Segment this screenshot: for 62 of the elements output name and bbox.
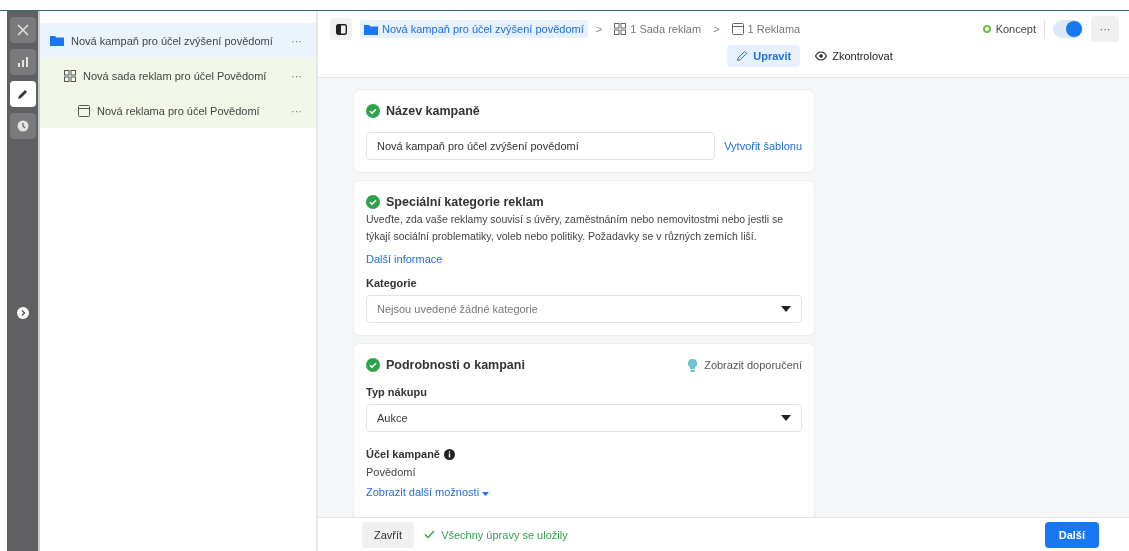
review-tab[interactable]: Zkontrolovat [806,45,902,67]
show-more-options-link[interactable]: Zobrazit další možnosti [366,486,802,498]
field-label: Kategorie [366,277,418,289]
window-icon [731,23,744,35]
info-icon[interactable] [444,448,455,460]
close-button[interactable]: Zavřít [362,521,415,548]
breadcrumb[interactable]: 1 Reklama [727,20,805,38]
edit-rail-button[interactable] [9,81,36,107]
chart-rail-button[interactable] [9,49,36,75]
field-label: Typ nákupu [366,386,428,398]
check-icon [424,530,436,539]
more-info-link[interactable]: Další informace [366,253,802,265]
grid-icon [614,23,627,35]
pencil-icon [16,88,29,100]
grid-icon [64,69,76,82]
field-label: Účel kampaně [366,448,440,460]
clock-icon [16,120,29,132]
card-title: Název kampaně [386,104,480,118]
tree-item-label: Nová sada reklam pro účel Povědomí [83,69,268,82]
close-icon [16,24,29,36]
tree-item[interactable]: Nová kampaň pro účel zvýšení povědomí ··· [40,23,316,58]
lightbulb-icon [688,358,698,372]
tree-item-label: Nová kampaň pro účel zvýšení povědomí [71,34,274,47]
caret-icon [781,306,791,312]
breadcrumb-separator: > [595,23,603,35]
next-button[interactable]: Další [1044,521,1099,548]
folder-icon [364,23,378,35]
tree-item[interactable]: Nová sada reklam pro účel Povědomí ··· [40,58,316,93]
pencil-icon [736,50,749,62]
bar-chart-icon [16,56,29,68]
toggle-switch[interactable] [1053,20,1083,38]
more-options[interactable]: ··· [291,104,302,117]
status-label: Koncept [995,23,1036,35]
breadcrumb-separator: > [713,23,720,35]
panel-toggle-button[interactable] [330,18,352,40]
breadcrumb[interactable]: Nová kampaň pro účel zvýšení povědomí [360,20,588,38]
create-template-link[interactable]: Vytvořit šablonu [724,140,802,152]
eye-icon [815,51,828,61]
card-title: Speciální kategorie reklam [386,195,544,209]
tree-item-label: Nová reklama pro účel Povědomí [97,104,261,117]
folder-icon [50,35,64,46]
recommendations-link[interactable]: Zobrazit doporučení [688,358,802,372]
edit-tab[interactable]: Upravit [727,45,801,67]
buying-type-dropdown[interactable]: Aukce [366,404,802,432]
campaign-name-field[interactable]: Nová kampaň pro účel zvýšení povědomí [366,132,716,160]
caret-icon [482,492,490,496]
card-title: Podrobnosti o kampani [386,358,525,372]
more-options[interactable]: ··· [291,34,302,47]
window-icon [78,104,90,117]
more-options[interactable]: ··· [291,69,302,82]
history-rail-button[interactable] [9,113,36,139]
description-text: Uveďte, zda vaše reklamy souvisí s úvěry, zaměstnáním nebo nemovitostmi nebo jestli se týkají sociální problematiky, voleb nebo politiky. Požadavky se v různých zemích liší. [366,212,785,244]
campaign-objective-value: Povědomí [366,466,417,478]
more-button[interactable]: ··· [1091,16,1119,42]
panel-icon [335,23,347,35]
expand-icon[interactable] [16,307,29,319]
category-dropdown[interactable]: Nejsou uvedené žádné kategorie [366,295,802,323]
saved-status: Všechny úpravy se uložily [424,528,568,541]
tree-item[interactable]: Nová reklama pro účel Povědomí ··· [40,93,316,128]
breadcrumb[interactable]: 1 Sada reklam [610,20,706,38]
close-rail-button[interactable] [9,17,36,43]
caret-icon [781,415,791,421]
